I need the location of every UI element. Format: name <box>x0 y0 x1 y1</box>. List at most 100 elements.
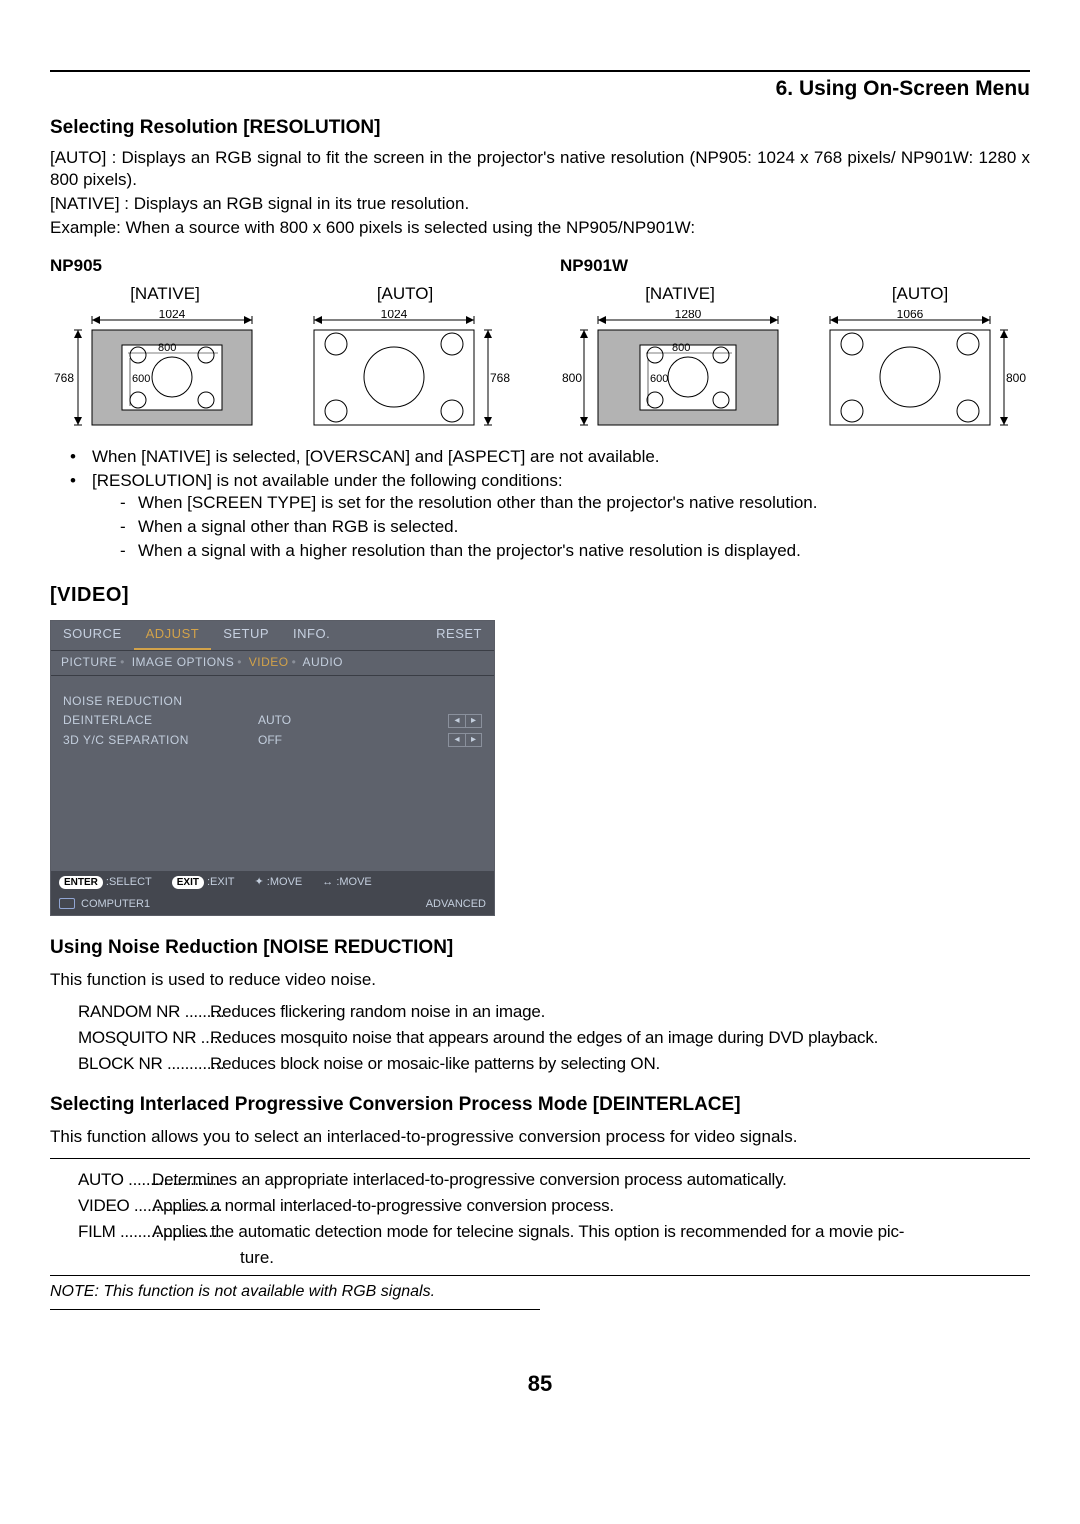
definition-term: MOSQUITO NR ...... <box>78 1027 206 1049</box>
bullet-item: When [NATIVE] is selected, [OVERSCAN] an… <box>70 446 1030 468</box>
diagram-mode-label: [NATIVE] <box>560 283 800 305</box>
osd-item-label: DEINTERLACE <box>63 713 258 729</box>
dim-h: 768 <box>490 371 510 385</box>
osd-tab-source[interactable]: SOURCE <box>51 621 134 650</box>
diagram-mode-label: [AUTO] <box>810 283 1030 305</box>
dim-h: 800 <box>1006 371 1026 385</box>
dim-inner-w: 800 <box>158 342 176 354</box>
definition-desc-continuation: ture. <box>78 1247 1030 1269</box>
np905-native: [NATIVE] 1024 <box>50 283 280 429</box>
horizontal-rule <box>50 1275 1030 1276</box>
page-number: 85 <box>50 1370 1030 1399</box>
noise-reduction-definitions: RANDOM NR ......... Reduces flickering r… <box>78 1001 1030 1075</box>
dim-h: 768 <box>54 371 74 385</box>
definition-desc: Reduces flickering random noise in an im… <box>206 1001 1030 1023</box>
definition-term: FILM ....................... <box>78 1221 148 1243</box>
definition-term: RANDOM NR ......... <box>78 1001 206 1023</box>
dim-w: 1024 <box>159 310 186 321</box>
resolution-bullets: When [NATIVE] is selected, [OVERSCAN] an… <box>70 446 1030 562</box>
dim-inner-w: 800 <box>672 342 690 354</box>
dim-w: 1280 <box>675 310 702 321</box>
sub-heading-deinterlace: Selecting Interlaced Progressive Convers… <box>50 1093 1030 1118</box>
enter-key-icon: ENTER <box>59 876 103 889</box>
diagram-np905-auto: 1024 768 <box>290 310 510 430</box>
osd-sub-video[interactable]: VIDEO <box>249 655 289 669</box>
hint-move-vertical: ✦ :MOVE <box>255 875 303 889</box>
model-name-label: NP901W <box>560 255 1030 277</box>
osd-tab-reset[interactable]: RESET <box>424 621 494 650</box>
current-source: COMPUTER1 <box>81 897 150 911</box>
diagram-mode-label: [NATIVE] <box>50 283 280 305</box>
bullet-item: [RESOLUTION] is not available under the … <box>70 470 1030 562</box>
osd-item-label: 3D Y/C SEPARATION <box>63 733 258 749</box>
osd-sub-image-options[interactable]: IMAGE OPTIONS <box>132 655 235 669</box>
horizontal-rule <box>50 1309 540 1310</box>
diagram-np901w-native: 1280 800 800 600 <box>560 310 800 430</box>
left-right-selector-icon[interactable]: ◂▸ <box>448 733 482 747</box>
model-np901w: NP901W [NATIVE] 1280 800 <box>560 255 1030 429</box>
np901w-native: [NATIVE] 1280 800 <box>560 283 800 429</box>
hint-select: ENTER:SELECT <box>59 875 152 889</box>
osd-tabs: SOURCE ADJUST SETUP INFO. RESET <box>51 621 494 651</box>
body-paragraph: This function allows you to select an in… <box>50 1126 1030 1148</box>
horizontal-rule <box>50 1158 1030 1159</box>
definition-term: VIDEO .................... <box>78 1195 148 1217</box>
definition-desc: Reduces mosquito noise that appears arou… <box>206 1027 1030 1049</box>
definition-row: AUTO ..................... Determines an… <box>78 1169 1030 1191</box>
chapter-title: 6. Using On-Screen Menu <box>50 75 1030 102</box>
osd-sub-picture[interactable]: PICTURE <box>61 655 117 669</box>
osd-tab-adjust[interactable]: ADJUST <box>134 621 212 650</box>
diagram-np901w-auto: 1066 800 <box>810 310 1030 430</box>
note-text: NOTE: This function is not available wit… <box>50 1282 1030 1303</box>
bullet-text: [RESOLUTION] is not available under the … <box>92 471 563 490</box>
definition-desc: Determines an appropriate interlaced-to-… <box>148 1169 1030 1191</box>
osd-sub-tabs: PICTURE• IMAGE OPTIONS• VIDEO• AUDIO <box>51 651 494 676</box>
menu-mode: ADVANCED <box>426 897 486 911</box>
diagram-mode-label: [AUTO] <box>290 283 520 305</box>
osd-item-deinterlace[interactable]: DEINTERLACE AUTO ◂▸ <box>63 713 482 729</box>
hint-exit: EXIT:EXIT <box>172 875 235 889</box>
osd-item-label: NOISE REDUCTION <box>63 694 258 710</box>
diagram-np905-native: 1024 768 <box>50 310 270 430</box>
definition-row: VIDEO .................... Applies a nor… <box>78 1195 1030 1217</box>
body-paragraph: [AUTO] : Displays an RGB signal to fit t… <box>50 147 1030 191</box>
osd-item-separation[interactable]: 3D Y/C SEPARATION OFF ◂▸ <box>63 733 482 749</box>
deinterlace-definitions: AUTO ..................... Determines an… <box>78 1169 1030 1269</box>
source-icon <box>59 898 75 909</box>
dim-w: 1066 <box>897 310 924 321</box>
page-top-rule <box>50 70 1030 72</box>
np901w-auto: [AUTO] 1066 800 <box>810 283 1030 429</box>
definition-desc: Applies the automatic detection mode for… <box>148 1221 1030 1243</box>
left-right-selector-icon[interactable]: ◂▸ <box>448 714 482 728</box>
definition-row: BLOCK NR ............. Reduces block noi… <box>78 1053 1030 1075</box>
dim-inner-h: 600 <box>650 373 668 385</box>
osd-sub-audio[interactable]: AUDIO <box>303 655 344 669</box>
dash-item: When a signal other than RGB is selected… <box>120 516 1030 538</box>
model-name-label: NP905 <box>50 255 520 277</box>
hint-move-horizontal: ↔ :MOVE <box>322 875 372 889</box>
definition-desc: Applies a normal interlaced-to-progressi… <box>148 1195 1030 1217</box>
body-paragraph: [NATIVE] : Displays an RGB signal in its… <box>50 193 1030 215</box>
dim-h: 800 <box>562 371 582 385</box>
osd-footer-status: COMPUTER1 ADVANCED <box>51 893 494 915</box>
definition-row: FILM ....................... Applies the… <box>78 1221 1030 1243</box>
osd-menu: SOURCE ADJUST SETUP INFO. RESET PICTURE•… <box>50 620 495 916</box>
body-paragraph: Example: When a source with 800 x 600 pi… <box>50 217 1030 239</box>
dash-item: When [SCREEN TYPE] is set for the resolu… <box>120 492 1030 514</box>
section-heading-video: [VIDEO] <box>50 582 1030 608</box>
osd-footer-hints: ENTER:SELECT EXIT:EXIT ✦ :MOVE ↔ :MOVE <box>51 871 494 893</box>
body-paragraph: This function is used to reduce video no… <box>50 969 1030 991</box>
np905-auto: [AUTO] 1024 768 <box>290 283 520 429</box>
dim-inner-h: 600 <box>132 373 150 385</box>
dim-w: 1024 <box>381 310 408 321</box>
resolution-diagrams: NP905 [NATIVE] 1024 <box>50 255 1030 429</box>
sub-heading-noise-reduction: Using Noise Reduction [NOISE REDUCTION] <box>50 936 1030 961</box>
section-heading-resolution: Selecting Resolution [RESOLUTION] <box>50 116 1030 141</box>
definition-row: RANDOM NR ......... Reduces flickering r… <box>78 1001 1030 1023</box>
definition-desc: Reduces block noise or mosaic-like patte… <box>206 1053 1030 1075</box>
osd-tab-info[interactable]: INFO. <box>281 621 342 650</box>
resolution-body: [AUTO] : Displays an RGB signal to fit t… <box>50 147 1030 239</box>
osd-item-noise-reduction[interactable]: NOISE REDUCTION <box>63 694 482 710</box>
osd-tab-setup[interactable]: SETUP <box>211 621 281 650</box>
osd-body: NOISE REDUCTION DEINTERLACE AUTO ◂▸ 3D Y… <box>51 676 494 871</box>
